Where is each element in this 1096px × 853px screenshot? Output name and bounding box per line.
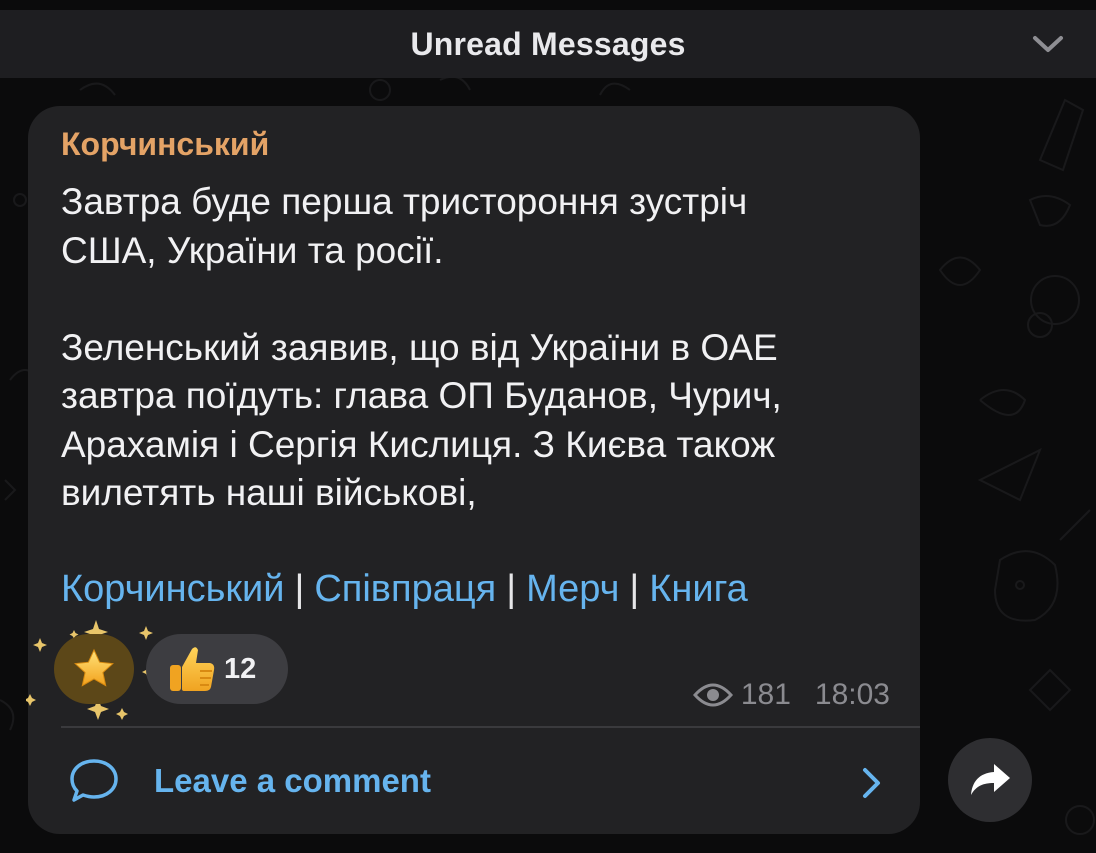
reaction-thumbs-up[interactable]: 12 [146, 634, 288, 704]
eye-icon [692, 683, 733, 707]
message-line: США, України та росії. [61, 229, 444, 271]
message-line: Завтра буде перша тристороння зустріч [61, 181, 748, 222]
message-text: Завтра буде перша тристороння зустріч СШ… [61, 178, 901, 518]
chat-screen: Unread Messages Корчинський Завтра буде … [0, 0, 1096, 853]
share-button[interactable] [948, 738, 1032, 822]
link-merch[interactable]: Мерч [526, 568, 619, 610]
post-time: 18:03 [814, 678, 890, 711]
sender-name[interactable]: Корчинський [61, 126, 269, 163]
message-line: Арахамія і Сергія Кислиця. З Києва також [61, 423, 776, 465]
reaction-star[interactable] [54, 634, 134, 704]
channel-post-bubble: Корчинський Завтра буде перша тристоронн… [26, 106, 920, 834]
unread-messages-title: Unread Messages [410, 25, 686, 62]
unread-messages-bar[interactable]: Unread Messages [0, 10, 1096, 78]
message-line: завтра поїдуть: глава ОП Буданов, Чурич, [61, 375, 782, 416]
leave-comment-button[interactable]: Leave a comment [28, 728, 920, 834]
leave-comment-label: Leave a comment [154, 762, 431, 799]
link-separator: | [506, 568, 517, 610]
link-korchynskyi[interactable]: Корчинський [61, 568, 284, 610]
view-count: 181 [740, 678, 791, 711]
link-spivpratsia[interactable]: Співпраця [314, 568, 496, 610]
chevron-down-icon[interactable] [1030, 32, 1066, 56]
chevron-right-icon [863, 768, 880, 798]
link-knyha[interactable]: Книга [649, 568, 748, 610]
footer-links: Корчинський | Співпраця | Мерч | Книга [61, 568, 748, 611]
comment-bubble-icon [70, 759, 118, 802]
share-arrow-icon [971, 764, 1010, 795]
message-line: вилетять наші військові, [61, 472, 477, 513]
thumbs-up-icon [170, 647, 215, 691]
reaction-count: 12 [224, 652, 257, 685]
star-icon [74, 648, 114, 687]
post-meta: 181 18:03 [692, 678, 890, 712]
link-separator: | [294, 568, 305, 610]
link-separator: | [629, 568, 640, 610]
message-line: Зеленський заявив, що від України в ОАЕ [61, 326, 778, 368]
